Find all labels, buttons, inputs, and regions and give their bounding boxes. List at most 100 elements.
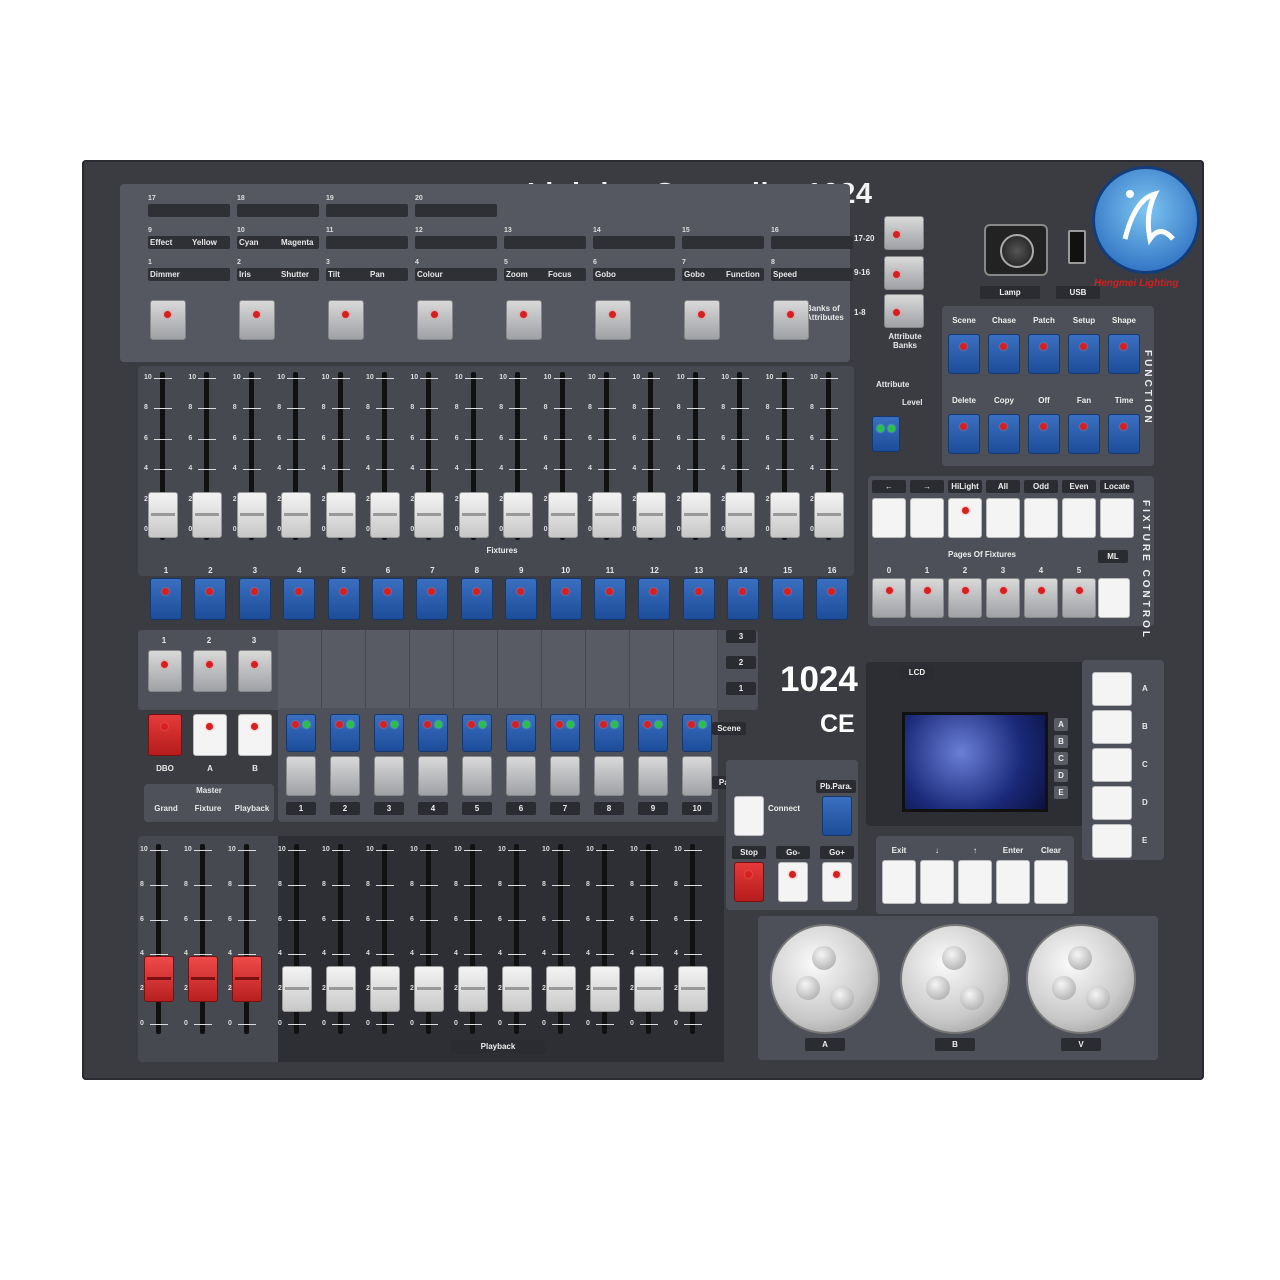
lcd-softkey[interactable]: D <box>1054 769 1068 782</box>
scene-button[interactable] <box>594 714 624 752</box>
scene-button[interactable] <box>286 714 316 752</box>
nav-key[interactable] <box>882 860 916 904</box>
fixture-fader-knob[interactable] <box>414 492 445 538</box>
function-key-setup[interactable] <box>1068 334 1100 374</box>
fixture-fader-knob[interactable] <box>503 492 534 538</box>
function-key-off[interactable] <box>1028 414 1060 454</box>
playback-fader-knob[interactable] <box>326 966 356 1012</box>
playback-fader-knob[interactable] <box>634 966 664 1012</box>
scene-button[interactable] <box>418 714 448 752</box>
go-minus-button[interactable] <box>778 862 808 902</box>
attribute-select-button[interactable] <box>239 300 275 340</box>
palette-button[interactable] <box>506 756 536 796</box>
connect-button[interactable] <box>734 796 764 836</box>
fixture-fader-knob[interactable] <box>148 492 178 538</box>
pb-para-button[interactable] <box>822 796 852 836</box>
page-of-fixtures-button[interactable] <box>910 578 944 618</box>
page-button[interactable] <box>238 650 272 692</box>
palette-button[interactable] <box>594 756 624 796</box>
xlr-lamp-connector[interactable] <box>984 224 1048 276</box>
page-of-fixtures-button[interactable] <box>948 578 982 618</box>
playback-fader-knob[interactable] <box>502 966 532 1012</box>
fixture-button[interactable] <box>594 578 626 620</box>
page-of-fixtures-button[interactable] <box>986 578 1020 618</box>
dbo-row-a-button[interactable] <box>193 714 227 756</box>
palette-button[interactable] <box>550 756 580 796</box>
fixture-control-key[interactable] <box>1024 498 1058 538</box>
fixture-control-key[interactable] <box>1100 498 1134 538</box>
nav-key[interactable] <box>958 860 992 904</box>
fixture-fader-knob[interactable] <box>769 492 800 538</box>
scene-button[interactable] <box>330 714 360 752</box>
function-key-chase[interactable] <box>988 334 1020 374</box>
side-key[interactable] <box>1092 710 1132 744</box>
nav-key[interactable] <box>1034 860 1068 904</box>
wheel-a[interactable] <box>770 924 880 1034</box>
attribute-select-button[interactable] <box>684 300 720 340</box>
scene-button[interactable] <box>374 714 404 752</box>
page-select-indicator[interactable]: 2 <box>726 656 756 669</box>
fixture-button[interactable] <box>283 578 316 620</box>
fixture-button[interactable] <box>682 578 715 620</box>
page-button[interactable] <box>193 650 227 692</box>
lcd-softkey[interactable]: C <box>1054 752 1068 765</box>
attribute-bank-button-1-8[interactable] <box>884 294 924 328</box>
fixture-fader-knob[interactable] <box>547 492 578 538</box>
master-fader-knob[interactable] <box>144 956 174 1002</box>
playback-fader-knob[interactable] <box>458 966 488 1012</box>
function-key-scene[interactable] <box>948 334 980 374</box>
scene-button[interactable] <box>506 714 536 752</box>
side-key[interactable] <box>1092 672 1132 706</box>
fixture-button[interactable] <box>238 578 271 620</box>
fixture-fader-knob[interactable] <box>192 492 223 538</box>
playback-fader-knob[interactable] <box>370 966 400 1012</box>
playback-fader-knob[interactable] <box>282 966 312 1012</box>
fixture-button[interactable] <box>194 578 227 620</box>
fixture-button[interactable] <box>460 578 493 620</box>
lcd-softkey[interactable]: A <box>1054 718 1068 731</box>
stop-button[interactable] <box>734 862 764 902</box>
fixture-button[interactable] <box>372 578 404 620</box>
side-key[interactable] <box>1092 748 1132 782</box>
ml-button[interactable] <box>1098 578 1130 618</box>
fixture-button[interactable] <box>771 578 804 620</box>
attribute-select-button[interactable] <box>150 300 186 340</box>
attribute-bank-button-9-16[interactable] <box>884 256 924 290</box>
fixture-control-key[interactable] <box>948 498 982 538</box>
attribute-select-button[interactable] <box>417 300 453 340</box>
wheel-b[interactable] <box>900 924 1010 1034</box>
scene-button[interactable] <box>462 714 492 752</box>
palette-button[interactable] <box>330 756 360 796</box>
palette-button[interactable] <box>682 756 712 796</box>
page-select-indicator[interactable]: 1 <box>726 682 756 695</box>
function-key-time[interactable] <box>1108 414 1140 454</box>
fixture-fader-knob[interactable] <box>636 492 667 538</box>
dbo-row-b-button[interactable] <box>238 714 272 756</box>
nav-key[interactable] <box>920 860 954 904</box>
page-of-fixtures-button[interactable] <box>1062 578 1096 618</box>
playback-fader-knob[interactable] <box>590 966 620 1012</box>
fixture-fader-knob[interactable] <box>325 492 356 538</box>
master-fader-knob[interactable] <box>188 956 218 1002</box>
attribute-select-button[interactable] <box>506 300 542 340</box>
lcd-softkey[interactable]: E <box>1054 786 1068 799</box>
page-of-fixtures-button[interactable] <box>872 578 906 618</box>
function-key-delete[interactable] <box>948 414 980 454</box>
dbo-row-dbo-button[interactable] <box>148 714 182 756</box>
page-of-fixtures-button[interactable] <box>1024 578 1058 618</box>
palette-button[interactable] <box>286 756 316 796</box>
fixture-fader-knob[interactable] <box>814 492 844 538</box>
scene-button[interactable] <box>550 714 580 752</box>
fixture-button[interactable] <box>816 578 848 620</box>
page-button[interactable] <box>148 650 182 692</box>
fixture-control-key[interactable] <box>910 498 944 538</box>
fixture-button[interactable] <box>505 578 538 620</box>
function-key-copy[interactable] <box>988 414 1020 454</box>
attribute-select-button[interactable] <box>773 300 809 340</box>
palette-button[interactable] <box>418 756 448 796</box>
lcd-softkey[interactable]: B <box>1054 735 1068 748</box>
playback-fader-knob[interactable] <box>546 966 576 1012</box>
attribute-select-button[interactable] <box>328 300 364 340</box>
usb-port[interactable] <box>1068 230 1086 264</box>
fixture-fader-knob[interactable] <box>680 492 711 538</box>
